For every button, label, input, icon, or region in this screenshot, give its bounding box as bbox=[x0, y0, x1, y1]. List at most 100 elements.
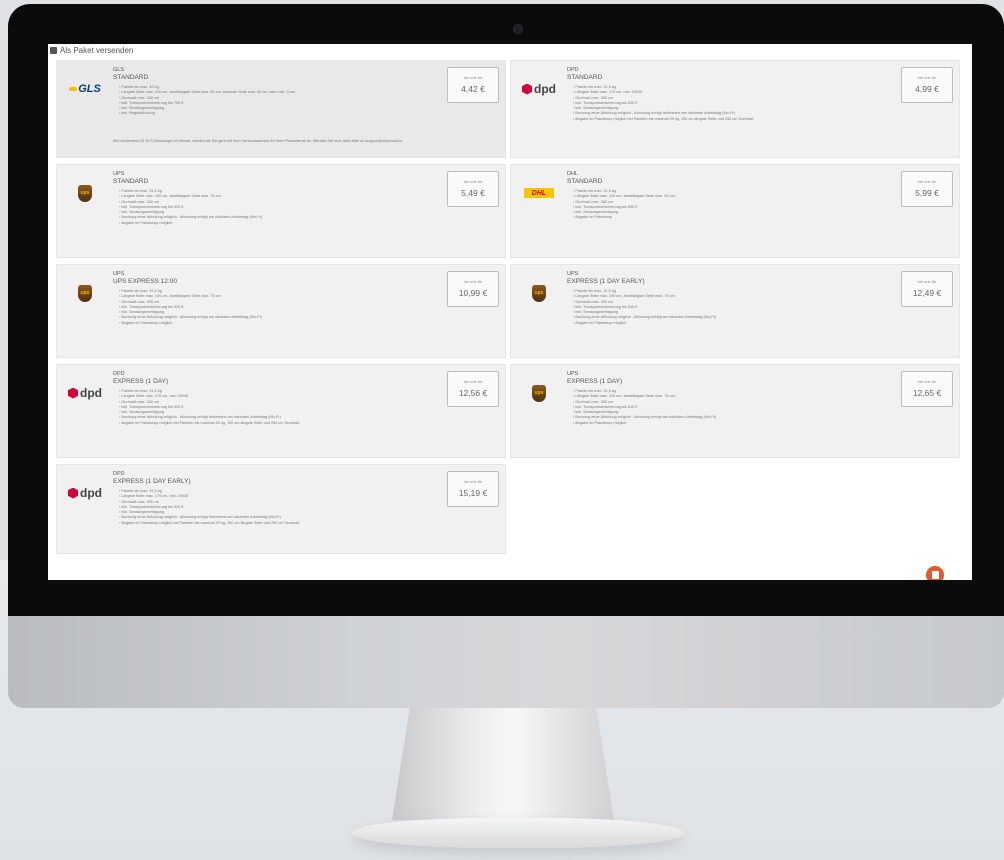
shipping-option-card[interactable]: ups UPS EXPRESS (1 DAY) Pakete bis max. … bbox=[510, 364, 960, 458]
feature-list: Pakete bis max. 31,5 kg Längste Seite ma… bbox=[573, 289, 873, 326]
price-button[interactable]: bei uns für 4,99 € bbox=[901, 67, 953, 103]
price-button[interactable]: bei uns für 12,65 € bbox=[901, 371, 953, 407]
feature-item: Abgabe im Paketshop möglich bbox=[119, 321, 419, 326]
dpd-cube-icon bbox=[68, 387, 78, 399]
info-note: Bei mindestens 20 GLS-Sendungen im Monat… bbox=[113, 139, 403, 143]
dpd-logo: dpd bbox=[519, 75, 559, 103]
feature-list: Pakete bis max. 31,5 kg Längste Seite ma… bbox=[119, 189, 419, 226]
price-value: 15,19 € bbox=[458, 488, 488, 498]
shipping-option-card[interactable]: dpd DPD STANDARD Pakete bis max. 31,5 kg… bbox=[510, 60, 960, 158]
price-caption: bei uns für bbox=[917, 379, 937, 384]
price-button[interactable]: bei uns für 10,99 € bbox=[447, 271, 499, 307]
price-value: 10,99 € bbox=[458, 288, 488, 298]
carrier-name: UPS bbox=[567, 271, 579, 277]
service-name: EXPRESS (1 DAY) bbox=[113, 378, 169, 385]
price-button[interactable]: bei uns für 12,49 € bbox=[901, 271, 953, 307]
shipping-option-card[interactable]: ups UPS EXPRESS (1 DAY EARLY) Pakete bis… bbox=[510, 264, 960, 358]
price-caption: bei uns für bbox=[463, 75, 483, 80]
carrier-name: GLS bbox=[113, 67, 125, 73]
feature-list: Pakete bis max. 31,5 kg Längste Seite ma… bbox=[573, 189, 873, 221]
service-name: STANDARD bbox=[113, 178, 149, 185]
ups-shield-icon: ups bbox=[78, 184, 92, 202]
feature-list: Pakete bis max. 31,5 kg Längste Seite ma… bbox=[119, 389, 419, 426]
price-button[interactable]: bei uns für 4,42 € bbox=[447, 67, 499, 103]
gls-logo: GLS bbox=[65, 75, 105, 103]
carrier-name: DHL bbox=[567, 171, 579, 177]
feature-item: Abgabe im Paketshop möglich bei Paketen … bbox=[573, 117, 873, 122]
ups-shield-icon: ups bbox=[78, 284, 92, 302]
feature-list: Pakete bis max. 31,5 kg Längste Seite ma… bbox=[573, 85, 873, 122]
feature-list: Pakete bis max. 31,5 kg Längste Seite ma… bbox=[573, 389, 873, 426]
gls-logo-text: GLS bbox=[78, 83, 101, 95]
ups-shield-icon: ups bbox=[532, 384, 546, 402]
ups-logo: ups bbox=[519, 379, 559, 407]
carrier-name: DPD bbox=[113, 471, 125, 477]
feature-list: Pakete bis max. 31,5 kg Längste Seite ma… bbox=[119, 489, 419, 526]
carrier-name: UPS bbox=[567, 371, 579, 377]
dpd-logo: dpd bbox=[65, 479, 105, 507]
feature-item: Abgabe im Paketshop möglich bei Paketen … bbox=[119, 421, 419, 426]
price-caption: bei uns für bbox=[917, 279, 937, 284]
ups-logo: ups bbox=[65, 279, 105, 307]
shipping-option-card[interactable]: dpd DPD EXPRESS (1 DAY EARLY) Pakete bis… bbox=[56, 464, 506, 554]
dhl-logo-text: DHL bbox=[531, 189, 547, 197]
ups-logo-text: ups bbox=[80, 290, 90, 296]
monitor-stand-base bbox=[352, 818, 684, 848]
price-caption: bei uns für bbox=[463, 379, 483, 384]
shipping-option-card[interactable]: GLS GLS STANDARD Pakete bis max. 40 kg L… bbox=[56, 60, 506, 158]
dhl-logo: DHL bbox=[519, 179, 559, 207]
dpd-logo-text: dpd bbox=[80, 386, 102, 400]
shipping-option-card[interactable]: ups UPS UPS EXPRESS 12:00 Pakete bis max… bbox=[56, 264, 506, 358]
ups-shield-icon: ups bbox=[532, 284, 546, 302]
service-name: EXPRESS (1 DAY EARLY) bbox=[113, 478, 191, 485]
feature-item: Abgabe im Paketshop möglich bbox=[573, 421, 873, 426]
chat-icon bbox=[931, 571, 939, 579]
price-value: 12,49 € bbox=[912, 288, 942, 298]
price-button[interactable]: bei uns für 5,99 € bbox=[901, 171, 953, 207]
price-value: 12,56 € bbox=[458, 388, 488, 398]
price-button[interactable]: bei uns für 5,49 € bbox=[447, 171, 499, 207]
price-value: 5,99 € bbox=[915, 188, 939, 198]
service-name: STANDARD bbox=[567, 74, 603, 81]
price-value: 4,99 € bbox=[915, 84, 939, 94]
carrier-name: UPS bbox=[113, 171, 125, 177]
gls-swoosh-icon bbox=[69, 87, 78, 91]
page-heading: Als Paket versenden bbox=[50, 46, 133, 55]
feature-item: Abgabe im Paketshop bbox=[573, 215, 873, 220]
monitor-stand bbox=[392, 708, 614, 820]
shipping-option-card[interactable]: DHL DHL STANDARD Pakete bis max. 31,5 kg… bbox=[510, 164, 960, 258]
screen: Als Paket versenden GLS GLS STANDARD Pak… bbox=[48, 44, 972, 580]
price-value: 12,65 € bbox=[912, 388, 942, 398]
feature-item: Abgabe im Paketshop möglich bbox=[119, 221, 419, 226]
price-button[interactable]: bei uns für 15,19 € bbox=[447, 471, 499, 507]
price-caption: bei uns für bbox=[463, 179, 483, 184]
shipping-option-card[interactable]: ups UPS STANDARD Pakete bis max. 31,5 kg… bbox=[56, 164, 506, 258]
ups-logo-text: ups bbox=[80, 190, 90, 196]
ups-logo: ups bbox=[519, 279, 559, 307]
chat-button[interactable] bbox=[926, 566, 944, 580]
monitor-chin bbox=[8, 616, 1004, 708]
camera-icon bbox=[513, 24, 523, 34]
ups-logo: ups bbox=[65, 179, 105, 207]
price-value: 4,42 € bbox=[461, 84, 485, 94]
price-caption: bei uns für bbox=[463, 479, 483, 484]
price-button[interactable]: bei uns für 12,56 € bbox=[447, 371, 499, 407]
ups-logo-text: ups bbox=[534, 290, 544, 296]
ups-logo-text: ups bbox=[534, 390, 544, 396]
dpd-logo: dpd bbox=[65, 379, 105, 407]
package-icon bbox=[50, 47, 57, 54]
service-name: STANDARD bbox=[567, 178, 603, 185]
carrier-name: DPD bbox=[113, 371, 125, 377]
service-name: STANDARD bbox=[113, 74, 149, 81]
service-name: EXPRESS (1 DAY EARLY) bbox=[567, 278, 645, 285]
shipping-option-card[interactable]: dpd DPD EXPRESS (1 DAY) Pakete bis max. … bbox=[56, 364, 506, 458]
feature-list: Pakete bis max. 40 kg Längste Seite max.… bbox=[119, 85, 419, 117]
service-name: EXPRESS (1 DAY) bbox=[567, 378, 623, 385]
feature-item: Abgabe im Paketshop möglich bbox=[573, 321, 873, 326]
dpd-logo-text: dpd bbox=[534, 82, 556, 96]
carrier-name: UPS bbox=[113, 271, 125, 277]
service-name: UPS EXPRESS 12:00 bbox=[113, 278, 177, 285]
dpd-cube-icon bbox=[68, 487, 78, 499]
dpd-logo-text: dpd bbox=[80, 486, 102, 500]
price-caption: bei uns für bbox=[917, 75, 937, 80]
